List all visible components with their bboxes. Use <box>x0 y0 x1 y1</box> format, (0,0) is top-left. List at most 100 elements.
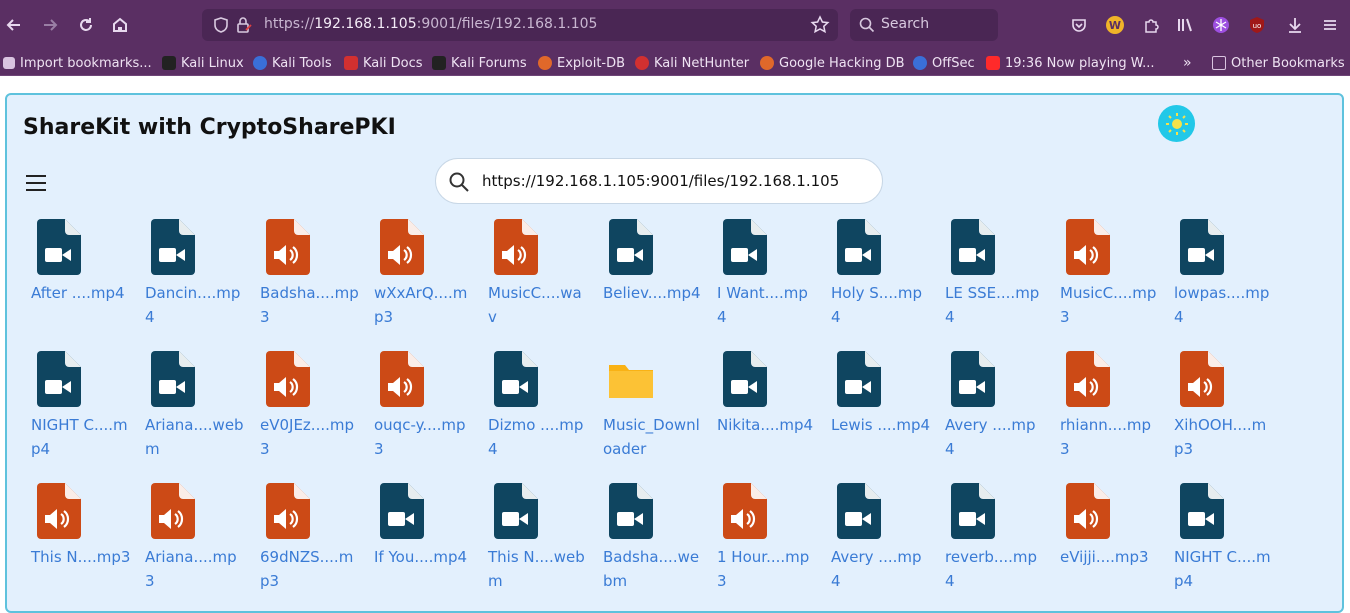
file-item[interactable]: Ariana....webm <box>141 345 251 475</box>
back-button[interactable] <box>0 11 28 39</box>
file-name[interactable]: Badsha....mp3 <box>260 281 360 329</box>
file-item[interactable]: 69dNZS....mp3 <box>256 477 366 607</box>
video-file-icon[interactable] <box>609 219 653 275</box>
file-item[interactable]: eV0JEz....mp3 <box>256 345 366 475</box>
file-item[interactable]: wXxArQ....mp3 <box>370 213 480 343</box>
bookmark-kali-nethunter[interactable]: Kali NetHunter <box>635 53 749 73</box>
video-file-icon[interactable] <box>609 483 653 539</box>
video-file-icon[interactable] <box>1180 219 1224 275</box>
library-button[interactable] <box>1171 11 1199 39</box>
file-name[interactable]: reverb....mp4 <box>945 545 1045 593</box>
video-file-icon[interactable] <box>494 351 538 407</box>
bookmark-offsec[interactable]: OffSec <box>913 53 975 73</box>
sidebar-menu-button[interactable] <box>24 173 48 193</box>
video-file-icon[interactable] <box>494 483 538 539</box>
file-item[interactable]: Ariana....mp3 <box>141 477 251 607</box>
address-bar[interactable]: https://192.168.1.105:9001/files/192.168… <box>202 9 838 41</box>
video-file-icon[interactable] <box>380 483 424 539</box>
file-item[interactable]: Avery ....mp4 <box>941 345 1051 475</box>
file-item[interactable]: Dancin....mp4 <box>141 213 251 343</box>
file-item[interactable]: Holy S....mp4 <box>827 213 937 343</box>
file-name[interactable]: XihOOH....mp3 <box>1174 413 1274 461</box>
bookmarks-overflow-button[interactable]: » <box>1183 53 1192 73</box>
file-name[interactable]: NIGHT C....mp4 <box>31 413 131 461</box>
folder-item[interactable]: Music_Downloader <box>599 345 709 475</box>
file-item[interactable]: I Want....mp4 <box>713 213 823 343</box>
file-item[interactable]: rhiann....mp3 <box>1056 345 1166 475</box>
bookmark-youtube[interactable]: 19:36 Now playing W... <box>986 53 1155 73</box>
file-item[interactable]: This N....mp3 <box>27 477 137 607</box>
file-item[interactable]: MusicC....mp3 <box>1056 213 1166 343</box>
file-item[interactable]: Believ....mp4 <box>599 213 709 343</box>
folder-icon[interactable] <box>609 351 653 407</box>
bookmark-exploit-db[interactable]: Exploit-DB <box>538 53 625 73</box>
file-name[interactable]: Ariana....webm <box>145 413 245 461</box>
audio-file-icon[interactable] <box>380 351 424 407</box>
file-name[interactable]: Ariana....mp3 <box>145 545 245 593</box>
file-item[interactable]: eVijji....mp3 <box>1056 477 1166 607</box>
extension-purple-button[interactable] <box>1207 11 1235 39</box>
file-name[interactable]: LE SSE....mp4 <box>945 281 1045 329</box>
audio-file-icon[interactable] <box>380 219 424 275</box>
video-file-icon[interactable] <box>951 483 995 539</box>
file-item[interactable]: Badsha....webm <box>599 477 709 607</box>
audio-file-icon[interactable] <box>1066 483 1110 539</box>
ublock-button[interactable]: uo <box>1243 11 1271 39</box>
reload-button[interactable] <box>72 11 100 39</box>
file-item[interactable]: Avery ....mp4 <box>827 477 937 607</box>
theme-toggle-button[interactable] <box>1158 105 1195 142</box>
file-name[interactable]: ouqc-y....mp3 <box>374 413 474 461</box>
video-file-icon[interactable] <box>951 219 995 275</box>
shield-icon[interactable] <box>212 16 230 34</box>
file-name[interactable]: NIGHT C....mp4 <box>1174 545 1274 593</box>
file-name[interactable]: If You....mp4 <box>374 545 474 569</box>
insecure-lock-icon[interactable] <box>235 16 253 34</box>
file-name[interactable]: 1 Hour....mp3 <box>717 545 817 593</box>
file-item[interactable]: LE SSE....mp4 <box>941 213 1051 343</box>
file-name[interactable]: Music_Downloader <box>603 413 703 461</box>
file-name[interactable]: lowpas....mp4 <box>1174 281 1274 329</box>
forward-button[interactable] <box>36 11 64 39</box>
home-button[interactable] <box>106 11 134 39</box>
file-item[interactable]: Badsha....mp3 <box>256 213 366 343</box>
audio-file-icon[interactable] <box>1180 351 1224 407</box>
file-name[interactable]: MusicC....mp3 <box>1060 281 1160 329</box>
file-name[interactable]: This N....mp3 <box>31 545 131 569</box>
bookmark-kali-forums[interactable]: Kali Forums <box>432 53 527 73</box>
video-file-icon[interactable] <box>151 351 195 407</box>
audio-file-icon[interactable] <box>266 219 310 275</box>
file-name[interactable]: Avery ....mp4 <box>831 545 931 593</box>
file-item[interactable]: MusicC....wav <box>484 213 594 343</box>
audio-file-icon[interactable] <box>494 219 538 275</box>
file-item[interactable]: Nikita....mp4 <box>713 345 823 475</box>
path-search-box[interactable] <box>435 158 883 204</box>
file-item[interactable]: NIGHT C....mp4 <box>1170 477 1280 607</box>
file-item[interactable]: After ....mp4 <box>27 213 137 343</box>
bookmark-star-icon[interactable] <box>810 15 830 35</box>
file-name[interactable]: This N....webm <box>488 545 588 593</box>
audio-file-icon[interactable] <box>1066 351 1110 407</box>
video-file-icon[interactable] <box>951 351 995 407</box>
file-name[interactable]: I Want....mp4 <box>717 281 817 329</box>
downloads-button[interactable] <box>1281 11 1309 39</box>
file-name[interactable]: Nikita....mp4 <box>717 413 817 437</box>
bookmark-ghdb[interactable]: Google Hacking DB <box>760 53 905 73</box>
bookmark-kali-tools[interactable]: Kali Tools <box>253 53 332 73</box>
audio-file-icon[interactable] <box>1066 219 1110 275</box>
file-item[interactable]: ouqc-y....mp3 <box>370 345 480 475</box>
video-file-icon[interactable] <box>723 219 767 275</box>
file-name[interactable]: rhiann....mp3 <box>1060 413 1160 461</box>
audio-file-icon[interactable] <box>723 483 767 539</box>
file-name[interactable]: Dancin....mp4 <box>145 281 245 329</box>
file-item[interactable]: NIGHT C....mp4 <box>27 345 137 475</box>
video-file-icon[interactable] <box>37 219 81 275</box>
video-file-icon[interactable] <box>37 351 81 407</box>
video-file-icon[interactable] <box>1180 483 1224 539</box>
video-file-icon[interactable] <box>151 219 195 275</box>
audio-file-icon[interactable] <box>151 483 195 539</box>
file-item[interactable]: reverb....mp4 <box>941 477 1051 607</box>
bookmark-import[interactable]: Import bookmarks... <box>3 53 152 73</box>
file-item[interactable]: 1 Hour....mp3 <box>713 477 823 607</box>
audio-file-icon[interactable] <box>266 483 310 539</box>
app-menu-button[interactable] <box>1316 11 1344 39</box>
